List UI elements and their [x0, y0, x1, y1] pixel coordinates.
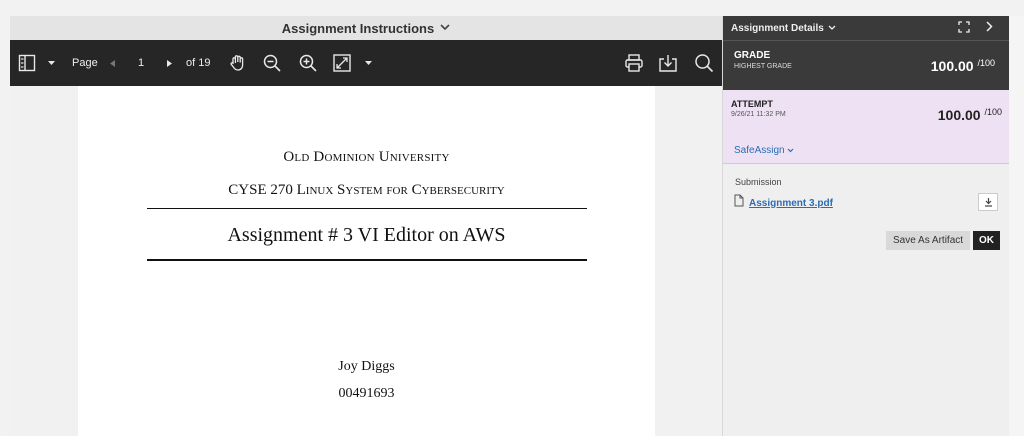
pdf-viewer[interactable]: Old Dominion University CYSE 270 Linux S…	[10, 86, 722, 436]
attempt-value: 100.00 /100	[938, 107, 1002, 123]
safeassign-toggle[interactable]: SafeAssign	[734, 145, 794, 156]
submission-label: Submission	[735, 177, 782, 187]
search-icon[interactable]	[694, 53, 714, 73]
prev-page-icon[interactable]	[110, 59, 115, 67]
instructions-title: Assignment Instructions	[281, 20, 435, 36]
doc-course: CYSE 270 Linux System for Cybersecurity	[228, 182, 505, 198]
file-icon	[734, 194, 744, 212]
grade-label: GRADE	[734, 50, 771, 61]
download-icon[interactable]	[658, 53, 678, 73]
grade-summary: GRADE HIGHEST GRADE 100.00 /100	[723, 40, 1009, 90]
submission-file-link[interactable]: Assignment 3.pdf	[749, 198, 833, 209]
doc-author: Joy Diggs	[338, 359, 395, 374]
expand-icon[interactable]	[958, 20, 970, 36]
app-root: Assignment Instructions Page 1 of 19 Old…	[0, 0, 1024, 436]
assignment-details-panel: Assignment Details GRADE HIGHEST GRADE 1…	[722, 16, 1009, 436]
current-page-input[interactable]: 1	[138, 57, 144, 69]
attempt-card[interactable]: ATTEMPT 9/26/21 11:32 PM 100.00 /100 Saf…	[723, 90, 1009, 164]
submission-file[interactable]: Assignment 3.pdf	[734, 194, 833, 212]
pdf-page: Old Dominion University CYSE 270 Linux S…	[78, 86, 655, 436]
download-icon	[984, 198, 992, 207]
doc-university: Old Dominion University	[283, 149, 450, 165]
hand-tool-icon[interactable]	[228, 53, 248, 73]
attempt-label: ATTEMPT	[731, 99, 773, 109]
left-pane: Assignment Instructions Page 1 of 19 Old…	[0, 16, 722, 436]
chevron-down-icon[interactable]	[828, 23, 836, 34]
print-icon[interactable]	[624, 53, 644, 73]
grade-sublabel: HIGHEST GRADE	[734, 63, 792, 70]
assignment-instructions-toggle[interactable]: Assignment Instructions	[10, 16, 722, 40]
ok-button[interactable]: OK	[973, 231, 1000, 250]
doc-divider-thick	[147, 259, 587, 261]
page-label: Page	[72, 57, 98, 69]
page-scrollbar[interactable]	[1009, 16, 1024, 436]
pdf-toolbar: Page 1 of 19	[10, 40, 722, 86]
zoom-menu-caret-icon[interactable]	[365, 60, 372, 66]
doc-student-id: 00491693	[338, 386, 395, 401]
chevron-down-icon	[787, 145, 794, 156]
zoom-in-icon[interactable]	[298, 53, 318, 73]
attempt-timestamp: 9/26/21 11:32 PM	[731, 111, 786, 118]
chevron-down-icon	[440, 23, 450, 34]
safeassign-label: SafeAssign	[734, 145, 785, 156]
download-file-button[interactable]	[978, 193, 998, 211]
doc-divider	[147, 208, 587, 209]
sidebar-toggle-icon[interactable]	[18, 54, 36, 72]
doc-assignment-title: Assignment # 3 VI Editor on AWS	[227, 224, 506, 246]
next-page-icon[interactable]	[167, 59, 172, 67]
details-header: Assignment Details	[723, 16, 1009, 40]
attempt-max: /100	[984, 107, 1002, 117]
details-title-toggle[interactable]: Assignment Details	[731, 23, 824, 34]
page-total: of 19	[186, 57, 211, 69]
fit-page-icon[interactable]	[332, 53, 352, 73]
sidebar-menu-caret-icon[interactable]	[48, 60, 55, 66]
attempt-score: 100.00	[937, 107, 981, 123]
grade-max: /100	[977, 58, 995, 68]
save-as-artifact-button[interactable]: Save As Artifact	[886, 231, 971, 250]
zoom-out-icon[interactable]	[262, 53, 282, 73]
grade-value: 100.00 /100	[931, 58, 995, 74]
collapse-panel-icon[interactable]	[986, 21, 993, 35]
grade-score: 100.00	[930, 58, 974, 74]
